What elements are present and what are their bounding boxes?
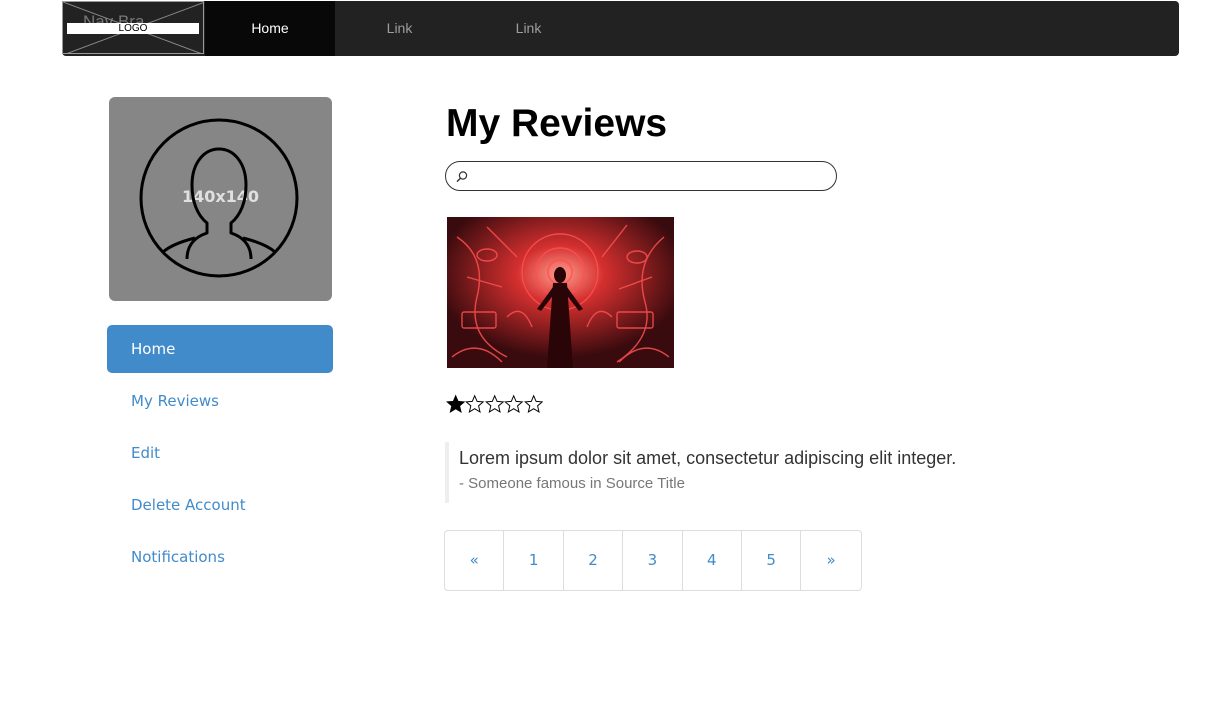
star-filled-icon[interactable] <box>446 394 466 414</box>
quote-source: - Someone famous in Source Title <box>459 475 685 492</box>
pagination-page-1[interactable]: 1 <box>504 531 564 590</box>
pagination-prev[interactable]: « <box>445 531 505 590</box>
star-outline-icon[interactable] <box>523 394 543 414</box>
quote-text: Lorem ipsum dolor sit amet, consectetur … <box>459 448 957 468</box>
pagination-page-2[interactable]: 2 <box>564 531 624 590</box>
pagination-page-4[interactable]: 4 <box>683 531 742 590</box>
star-rating <box>446 394 543 414</box>
pagination: « 1 2 3 4 5 » <box>444 530 862 591</box>
pagination-page-5[interactable]: 5 <box>742 531 802 590</box>
sidebar-nav: Home My Reviews Edit Delete Account Noti… <box>107 325 333 585</box>
review-image-art <box>447 217 674 368</box>
pagination-next[interactable]: » <box>801 531 860 590</box>
search-icon <box>456 171 468 183</box>
search-bar[interactable] <box>445 161 837 191</box>
sidebar-item-delete-account[interactable]: Delete Account <box>107 481 333 529</box>
star-outline-icon[interactable] <box>484 394 505 414</box>
sidebar-item-edit[interactable]: Edit <box>107 429 333 477</box>
top-navbar: Nav Bra LOGO Home Link Link <box>62 1 1179 56</box>
nav-link-1[interactable]: Link <box>335 1 464 56</box>
nav-link-2[interactable]: Link <box>464 1 593 56</box>
search-input[interactable] <box>474 166 824 186</box>
user-silhouette-icon <box>139 118 299 278</box>
avatar: 140x140 <box>109 97 332 301</box>
review-quote: Lorem ipsum dolor sit amet, consectetur … <box>445 442 1045 503</box>
review-image <box>447 217 674 368</box>
sidebar-item-my-reviews[interactable]: My Reviews <box>107 377 333 425</box>
sidebar-item-notifications[interactable]: Notifications <box>107 533 333 581</box>
logo[interactable]: LOGO <box>62 1 204 54</box>
star-outline-icon[interactable] <box>465 394 485 414</box>
nav-link-home[interactable]: Home <box>205 1 335 56</box>
logo-label: LOGO <box>67 23 199 34</box>
sidebar-item-home[interactable]: Home <box>107 325 333 373</box>
pagination-page-3[interactable]: 3 <box>623 531 683 590</box>
star-outline-icon[interactable] <box>504 394 524 414</box>
page-title: My Reviews <box>446 102 668 145</box>
